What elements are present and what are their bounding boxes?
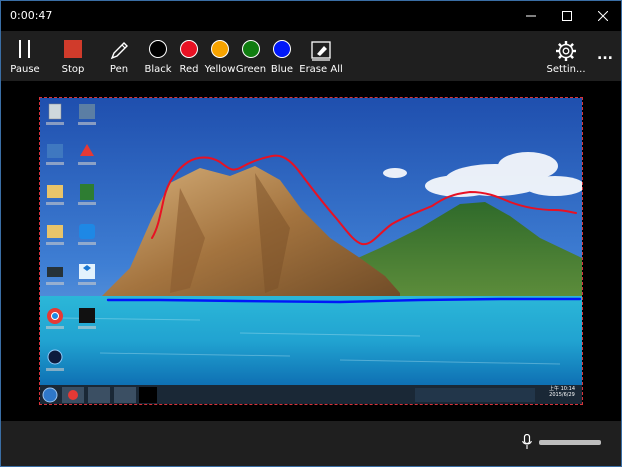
pause-button[interactable]: Pause xyxy=(5,31,45,81)
photo-app-icon[interactable] xyxy=(76,102,98,130)
bottom-bar xyxy=(1,421,621,466)
stop-button[interactable]: Stop xyxy=(53,31,93,81)
color-black-button[interactable]: Black xyxy=(143,31,173,81)
color-yellow-button[interactable]: Yellow xyxy=(204,31,236,81)
acdsee-icon[interactable] xyxy=(44,348,66,376)
settings-button[interactable]: Settin... xyxy=(545,31,587,81)
pause-icon xyxy=(19,40,30,58)
color-blue-button[interactable]: Blue xyxy=(267,31,297,81)
maximize-button[interactable] xyxy=(549,1,585,31)
color-red-button[interactable]: Red xyxy=(174,31,204,81)
volume-slider[interactable] xyxy=(539,440,601,445)
pen-button[interactable]: Pen xyxy=(99,31,139,81)
clock-date: 2015/6/29 xyxy=(549,392,575,398)
recycle-bin-icon[interactable] xyxy=(44,102,66,130)
red-swatch-icon xyxy=(180,40,198,58)
erase-all-label: Erase All xyxy=(299,64,343,75)
green-label: Green xyxy=(235,64,267,75)
minimize-icon xyxy=(526,15,536,17)
toolbar: Pause Stop Pen Black Red Yellow Green Bl… xyxy=(1,31,621,81)
sync-app-icon[interactable] xyxy=(76,142,98,170)
minimize-button[interactable] xyxy=(513,1,549,31)
yellow-swatch-icon xyxy=(211,40,229,58)
app-window: 0:00:47 Pause Stop Pen Black Red Yellow … xyxy=(0,0,622,467)
excel-file-icon[interactable] xyxy=(76,182,98,210)
erase-all-button[interactable]: Erase All xyxy=(299,31,343,81)
recording-timer: 0:00:47 xyxy=(10,9,53,22)
taskbar-clock: 上午 10:14 2015/6/29 xyxy=(542,386,582,398)
black-swatch-icon xyxy=(149,40,167,58)
green-swatch-icon xyxy=(242,40,260,58)
close-icon xyxy=(598,11,608,21)
stop-label: Stop xyxy=(61,64,85,75)
color-green-button[interactable]: Green xyxy=(235,31,267,81)
red-label: Red xyxy=(179,64,199,75)
pen-icon xyxy=(110,42,128,60)
black-label: Black xyxy=(144,64,172,75)
control-panel-icon[interactable] xyxy=(44,142,66,170)
microphone-icon[interactable] xyxy=(522,434,532,450)
blue-label: Blue xyxy=(270,64,294,75)
teamviewer-icon[interactable] xyxy=(76,222,98,250)
gear-icon xyxy=(556,41,576,61)
pause-label: Pause xyxy=(10,64,40,75)
more-button[interactable]: ... xyxy=(593,31,617,81)
blue-swatch-icon xyxy=(273,40,291,58)
captured-screen: 上午 10:14 2015/6/29 xyxy=(39,97,583,405)
maximize-icon xyxy=(562,11,572,21)
device-app-icon[interactable] xyxy=(44,262,66,290)
title-bar: 0:00:47 xyxy=(1,1,621,31)
close-button[interactable] xyxy=(585,1,621,31)
yellow-label: Yellow xyxy=(204,64,236,75)
folder-icon[interactable] xyxy=(44,222,66,250)
stop-icon xyxy=(64,40,82,58)
recording-stage: 上午 10:14 2015/6/29 xyxy=(1,81,621,421)
documents-folder-icon[interactable] xyxy=(44,182,66,210)
pen-label: Pen xyxy=(109,64,129,75)
dropbox-icon[interactable] xyxy=(76,262,98,290)
eraser-icon xyxy=(311,41,331,61)
settings-label: Settin... xyxy=(546,64,586,75)
chrome-icon[interactable] xyxy=(44,306,66,334)
more-icon: ... xyxy=(597,47,613,63)
snipping-tool-icon[interactable] xyxy=(76,306,98,334)
desktop-wallpaper xyxy=(40,98,582,404)
